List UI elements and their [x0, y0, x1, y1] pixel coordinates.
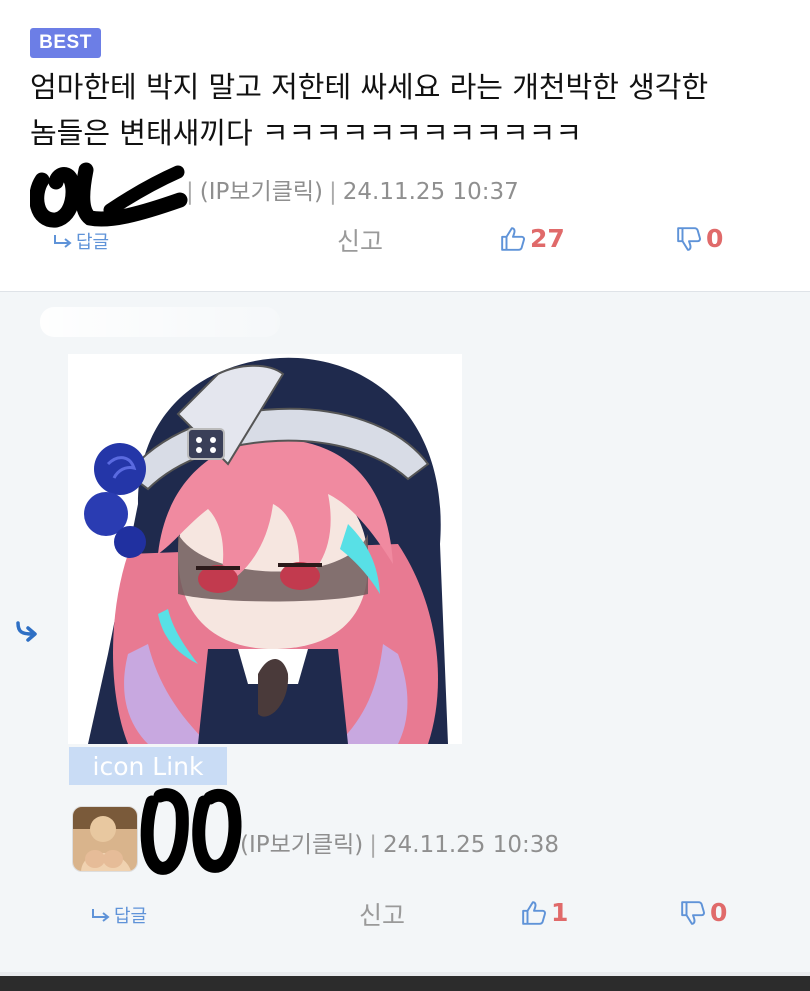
report-button[interactable]: 신고 — [359, 896, 405, 932]
comment-meta: | (IP보기클릭) | 24.11.25 10:37 — [186, 179, 519, 205]
faded-header — [40, 307, 280, 337]
avatar[interactable] — [72, 806, 138, 872]
reply-label: 답글 — [114, 906, 148, 927]
author-name-scribble — [140, 782, 250, 886]
reply-arrow-icon — [92, 909, 110, 922]
reply-arrow-icon — [54, 235, 72, 248]
upvote-count: 1 — [551, 898, 569, 927]
thumbs-down-icon — [677, 226, 701, 251]
timestamp: 24.11.25 10:37 — [342, 179, 519, 205]
downvote-button[interactable]: 0 — [676, 224, 723, 253]
comment-text-line: 놈들은 변태새끼다 ㅋㅋㅋㅋㅋㅋㅋㅋㅋㅋㅋㅋ — [30, 116, 583, 150]
ip-view-link[interactable]: (IP보기클릭) — [240, 832, 363, 858]
downvote-count: 0 — [710, 898, 728, 927]
reply-indent-icon — [14, 620, 40, 646]
sticker-image[interactable] — [68, 354, 462, 744]
icon-link-button[interactable]: icon Link — [69, 747, 227, 785]
thumbs-up-icon — [522, 900, 546, 925]
upvote-button[interactable]: 27 — [500, 224, 565, 253]
bottom-divider — [0, 972, 810, 976]
comment-meta: (IP보기클릭) | 24.11.25 10:38 — [240, 832, 560, 858]
comment-text-line: 엄마한테 박지 말고 저한테 싸세요 라는 개천박한 생각한 — [30, 70, 709, 104]
upvote-button[interactable]: 1 — [521, 898, 568, 927]
ip-view-link[interactable]: (IP보기클릭) — [200, 179, 323, 205]
reply-comment: icon Link 00 (IP보기클릭)|24.11.25 10:38 답글 … — [0, 292, 810, 972]
bottom-bar — [0, 972, 810, 991]
thumbs-down-icon — [681, 900, 705, 925]
author-name-scribble — [29, 150, 190, 234]
reply-button[interactable]: 답글 — [90, 902, 147, 928]
reply-label: 답글 — [76, 232, 110, 253]
best-comment: BEST 엄마한테 박지 말고 저한테 싸세요 라는 개천박한 생각한 놈들은 … — [0, 0, 810, 291]
best-badge: BEST — [30, 28, 101, 58]
comment-text: 엄마한테 박지 말고 저한테 싸세요 라는 개천박한 생각한 놈들은 변태새끼다… — [30, 64, 790, 156]
timestamp: 24.11.25 10:38 — [383, 832, 560, 858]
downvote-count: 0 — [706, 224, 724, 253]
upvote-count: 27 — [530, 224, 565, 253]
thumbs-up-icon — [501, 226, 525, 251]
downvote-button[interactable]: 0 — [680, 898, 727, 927]
reply-button[interactable]: 답글 — [52, 228, 109, 254]
report-button[interactable]: 신고 — [337, 222, 383, 258]
